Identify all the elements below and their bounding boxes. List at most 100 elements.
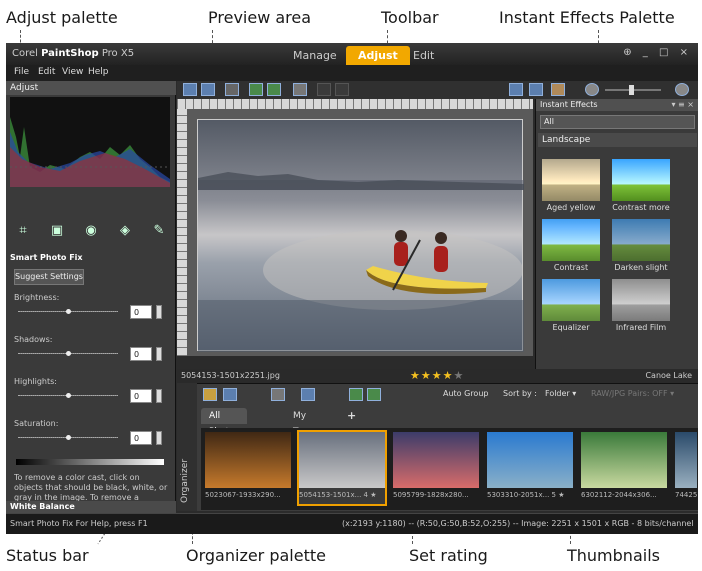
callout-organizer-palette: Organizer palette (186, 546, 326, 565)
callout-status-bar: Status bar (6, 546, 89, 565)
preview-area[interactable] (187, 109, 533, 356)
image-info-bar: 5054153-1501x2251.jpg ★★★★★ Canoe Lake (177, 369, 698, 383)
highlights-input[interactable]: 0 (130, 389, 152, 403)
vertical-ruler (177, 109, 187, 356)
thumbnail[interactable]: 5054153-1501x... 4 ★ (297, 430, 387, 506)
pan-hand-icon[interactable] (551, 83, 565, 96)
shadows-label: Shadows: (14, 335, 53, 344)
straighten-icon[interactable]: ◈ (116, 223, 134, 239)
thumbnail[interactable]: 5095799-1828x280... (393, 432, 479, 504)
menu-edit[interactable]: Edit (38, 67, 55, 77)
effect-thumbnail[interactable]: Equalizer (542, 279, 600, 332)
window-controls[interactable]: ⊕ _ □ × (623, 47, 692, 58)
saturation-label: Saturation: (14, 419, 59, 428)
zoom-slider-handle[interactable] (629, 85, 634, 95)
rating-star[interactable]: ★ (454, 369, 465, 382)
instant-effects-window-controls[interactable]: ▾ ≡ × (671, 99, 694, 111)
tab-all-photos[interactable]: All Photos (15) (201, 408, 248, 453)
zoom-out-icon[interactable] (585, 83, 599, 96)
preview-photo[interactable] (197, 119, 524, 352)
shadows-knob[interactable] (66, 351, 71, 356)
redo-icon[interactable] (335, 83, 349, 96)
auto-group-button[interactable]: Auto Group (443, 389, 488, 398)
saturation-spinner[interactable] (156, 431, 162, 445)
red-eye-icon[interactable]: ◉ (82, 223, 100, 239)
adjust-palette-title: Adjust (6, 81, 176, 95)
saturation-knob[interactable] (66, 435, 71, 440)
actual-size-icon[interactable] (509, 83, 523, 96)
rating-star[interactable]: ★ (443, 369, 454, 382)
rotate-left-icon[interactable] (249, 83, 263, 96)
suggest-settings-button[interactable]: Suggest Settings (14, 269, 84, 285)
adjust-palette: Adjust ⌗ ▣ ◉ ◈ ✎ Smart Photo Fix Suggest… (6, 81, 176, 513)
brightness-input[interactable]: 0 (130, 305, 152, 319)
rating-star[interactable]: ★ (410, 369, 421, 382)
instant-effects-palette: Instant Effects ▾ ≡ × All Landscape Aged… (535, 99, 698, 369)
photo-fix-icon[interactable]: ▣ (48, 223, 66, 239)
save-as-icon[interactable] (201, 83, 215, 96)
image-caption: Canoe Lake (645, 371, 692, 380)
thumbnail[interactable]: 5303310-2051x... 5 ★ (487, 432, 573, 504)
brightness-knob[interactable] (66, 309, 71, 314)
tab-my-tray[interactable]: My Tray (285, 408, 320, 437)
zoom-in-icon[interactable] (675, 83, 689, 96)
shadows-spinner[interactable] (156, 347, 162, 361)
raw-jpg-pairs-dropdown[interactable]: RAW/JPG Pairs: OFF ▾ (591, 389, 674, 398)
effect-thumbnail[interactable]: Contrast (542, 219, 600, 272)
histogram (10, 97, 170, 187)
effect-thumbnail[interactable]: Contrast more (612, 159, 670, 212)
tag-icon[interactable] (271, 388, 285, 401)
menu-help[interactable]: Help (88, 67, 109, 77)
rating-star[interactable]: ★ (432, 369, 443, 382)
thumbnail[interactable]: 74425 (675, 432, 697, 504)
collections-icon[interactable] (203, 388, 217, 401)
rotate-left-organizer-icon[interactable] (349, 388, 363, 401)
white-balance-header[interactable]: White Balance (6, 501, 176, 513)
status-bar: Smart Photo Fix For Help, press F1 (x:21… (6, 513, 698, 534)
organizer-palette: Auto Group Sort by : Folder ▾ RAW/JPG Pa… (177, 383, 698, 511)
smart-photo-fix-title: Smart Photo Fix (10, 253, 83, 262)
brush-icon[interactable]: ✎ (150, 223, 168, 239)
rotate-right-organizer-icon[interactable] (367, 388, 381, 401)
tab-edit[interactable]: Edit (401, 46, 446, 65)
fit-window-icon[interactable] (529, 83, 543, 96)
highlights-knob[interactable] (66, 393, 71, 398)
crop-icon[interactable]: ⌗ (14, 223, 32, 239)
callout-adjust-palette: Adjust palette (6, 8, 118, 27)
effect-thumbnail[interactable]: Infrared Film (612, 279, 670, 332)
white-balance-help: To remove a color cast, click on objects… (14, 473, 168, 502)
rating-star[interactable]: ★ (421, 369, 432, 382)
rating-stars[interactable]: ★★★★★ (410, 369, 464, 382)
menu-view[interactable]: View (62, 67, 83, 77)
effect-thumbnail[interactable]: Darken slight (612, 219, 670, 272)
thumbnail[interactable]: 5023067-1933x290... (205, 432, 291, 504)
undo-icon[interactable] (317, 83, 331, 96)
rotate-right-icon[interactable] (267, 83, 281, 96)
menu-file[interactable]: File (14, 67, 29, 77)
callout-preview-area: Preview area (208, 8, 312, 27)
saturation-input[interactable]: 0 (130, 431, 152, 445)
effects-category-header[interactable]: Landscape (538, 133, 697, 147)
share-organizer-icon[interactable] (301, 388, 315, 401)
thumbnail[interactable]: 6302112-2044x306... (581, 432, 667, 504)
brightness-spinner[interactable] (156, 305, 162, 319)
shadows-input[interactable]: 0 (130, 347, 152, 361)
highlights-spinner[interactable] (156, 389, 162, 403)
organizer-toolbar: Auto Group Sort by : Folder ▾ RAW/JPG Pa… (177, 386, 698, 402)
save-icon[interactable] (183, 83, 197, 96)
effect-thumbnail[interactable]: Aged yellow (542, 159, 600, 212)
organizer-side-label: Organizer (180, 458, 190, 503)
tab-manage[interactable]: Manage (281, 46, 349, 65)
title-bar: Corel PaintShop Pro X5 Manage Adjust Edi… (6, 43, 698, 65)
share-icon[interactable] (225, 83, 239, 96)
tone-gradient[interactable] (16, 459, 164, 465)
view-icon[interactable] (223, 388, 237, 401)
effects-filter-dropdown[interactable]: All (540, 115, 695, 129)
add-tab-button[interactable]: + (339, 408, 364, 424)
app-brand: Corel PaintShop Pro X5 (12, 48, 135, 59)
delete-icon[interactable] (293, 83, 307, 96)
horizontal-ruler (177, 99, 533, 109)
organizer-side-tab[interactable]: Organizer (177, 383, 197, 511)
sort-by-dropdown[interactable]: Folder ▾ (545, 389, 576, 398)
menu-bar: File Edit View Help (6, 65, 698, 81)
